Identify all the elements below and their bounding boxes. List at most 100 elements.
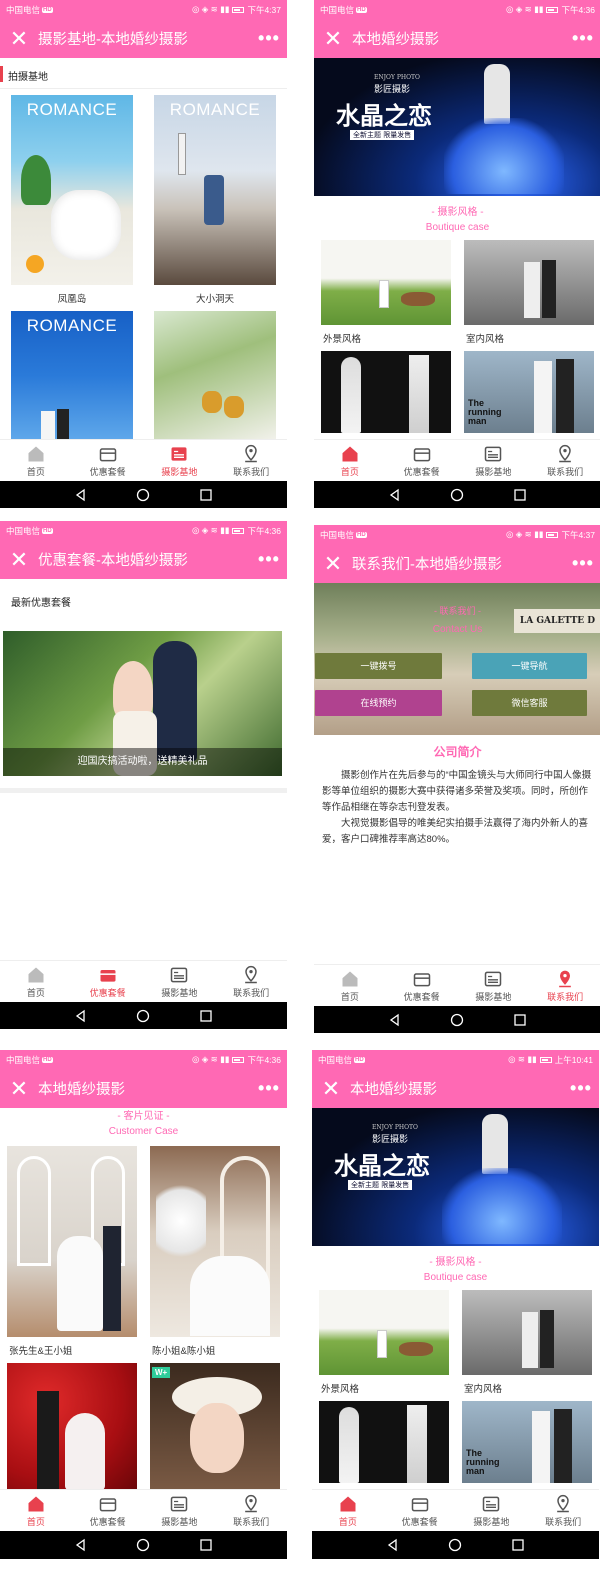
banner-title: 水晶之恋: [336, 101, 432, 130]
location-icon: [245, 444, 257, 462]
tab-contact[interactable]: 联系我们: [529, 965, 600, 1006]
romance-badge: ROMANCE: [26, 316, 118, 335]
tab-gallery[interactable]: 摄影基地: [458, 965, 530, 1006]
tab-package[interactable]: 优惠套餐: [72, 440, 144, 481]
recent-apps-icon[interactable]: [199, 1538, 213, 1552]
photo-card[interactable]: ROMANCE: [11, 311, 133, 439]
back-icon[interactable]: [74, 1538, 88, 1552]
battery-icon: [539, 1056, 552, 1063]
tab-contact[interactable]: 联系我们: [527, 1490, 599, 1531]
hero-banner[interactable]: ENJOY PHOTO 影匠摄影 水晶之恋 全新主题 限量发售: [314, 58, 600, 196]
recent-apps-icon[interactable]: [199, 1009, 213, 1023]
close-icon[interactable]: ✕: [0, 540, 38, 579]
close-icon[interactable]: ✕: [314, 544, 352, 583]
tab-home[interactable]: 首页: [0, 1490, 72, 1531]
banner-brand-en: ENJOY PHOTO: [372, 1124, 418, 1131]
navigate-button[interactable]: 一键导航: [472, 653, 587, 679]
close-icon[interactable]: ✕: [0, 19, 38, 58]
more-icon[interactable]: •••: [251, 28, 287, 49]
recent-apps-icon[interactable]: [511, 1538, 525, 1552]
tab-gallery[interactable]: 摄影基地: [458, 440, 530, 481]
screen-photo-base: 中国电信 HD ◎ ◈ ≋ ▮▮ 下午4:37 ✕ 摄影基地-本地婚纱摄影 ••• …: [0, 0, 287, 508]
more-icon[interactable]: •••: [251, 1078, 287, 1099]
contact-banner: LA GALETTE D - 联系我们 - Contact Us 一键拨号 一键…: [314, 583, 600, 735]
style-card[interactable]: [464, 240, 594, 325]
tab-contact[interactable]: 联系我们: [215, 440, 287, 481]
style-card[interactable]: The running man: [462, 1401, 592, 1483]
promo-caption: 迎国庆搞活动啦，送精美礼品: [3, 748, 282, 776]
recent-apps-icon[interactable]: [199, 488, 213, 502]
back-icon[interactable]: [388, 488, 402, 502]
back-icon[interactable]: [74, 488, 88, 502]
close-icon[interactable]: ✕: [0, 1069, 38, 1108]
location-icon: [245, 1494, 257, 1512]
back-icon[interactable]: [388, 1013, 402, 1027]
home-circle-icon[interactable]: [448, 1538, 462, 1552]
street-sign: The running man: [468, 398, 502, 426]
tab-gallery[interactable]: 摄影基地: [144, 961, 216, 1002]
case-card[interactable]: [7, 1146, 137, 1337]
case-card[interactable]: [7, 1363, 137, 1490]
back-icon[interactable]: [74, 1009, 88, 1023]
tab-home[interactable]: 首页: [0, 440, 72, 481]
carrier-label: 中国电信: [6, 525, 41, 536]
photo-card[interactable]: ROMANCE: [11, 95, 133, 285]
divider: [0, 88, 287, 89]
tab-gallery[interactable]: 摄影基地: [144, 440, 216, 481]
home-icon: [342, 971, 358, 986]
carrier-label: 中国电信: [320, 529, 355, 540]
style-card[interactable]: [319, 1290, 449, 1375]
home-circle-icon[interactable]: [450, 1013, 464, 1027]
close-icon[interactable]: ✕: [312, 1069, 350, 1108]
case-card[interactable]: [150, 1146, 280, 1337]
close-icon[interactable]: ✕: [314, 19, 352, 58]
tab-package[interactable]: 优惠套餐: [386, 965, 458, 1006]
back-icon[interactable]: [386, 1538, 400, 1552]
gallery-icon: [171, 1496, 188, 1511]
more-icon[interactable]: •••: [563, 1078, 599, 1099]
promo-banner[interactable]: 迎国庆搞活动啦，送精美礼品: [3, 631, 282, 776]
recent-apps-icon[interactable]: [513, 488, 527, 502]
home-circle-icon[interactable]: [136, 488, 150, 502]
more-icon[interactable]: •••: [565, 28, 600, 49]
photo-card[interactable]: [154, 311, 276, 439]
tab-package[interactable]: 优惠套餐: [386, 440, 458, 481]
tab-home[interactable]: 首页: [314, 965, 386, 1006]
section-heading: - 摄影风格 -: [431, 207, 484, 218]
tab-package[interactable]: 优惠套餐: [72, 961, 144, 1002]
tab-gallery[interactable]: 摄影基地: [144, 1490, 216, 1531]
tab-gallery[interactable]: 摄影基地: [456, 1490, 528, 1531]
style-card[interactable]: [321, 240, 451, 325]
screen-packages: 中国电信 HD ◎ ◈ ≋ ▮▮ 下午4:36 ✕ 优惠套餐-本地婚纱摄影 ••• …: [0, 521, 287, 1029]
home-icon: [340, 1496, 356, 1511]
style-card[interactable]: [319, 1401, 449, 1483]
style-card[interactable]: [462, 1290, 592, 1375]
tab-contact[interactable]: 联系我们: [529, 440, 600, 481]
booking-button[interactable]: 在线预约: [315, 690, 442, 716]
style-caption: 室内风格: [464, 1384, 503, 1395]
package-icon: [413, 447, 430, 461]
home-circle-icon[interactable]: [136, 1538, 150, 1552]
wechat-service-button[interactable]: 微信客服: [472, 690, 587, 716]
home-circle-icon[interactable]: [136, 1009, 150, 1023]
contact-heading: - 联系我们 -: [434, 606, 481, 616]
tab-bar: 首页 优惠套餐 摄影基地 联系我们: [0, 1489, 287, 1531]
tab-home[interactable]: 首页: [0, 961, 72, 1002]
photo-card[interactable]: ROMANCE: [154, 95, 276, 285]
tab-home[interactable]: 首页: [314, 440, 386, 481]
style-card[interactable]: [321, 351, 451, 433]
tab-package[interactable]: 优惠套餐: [72, 1490, 144, 1531]
tab-contact[interactable]: 联系我们: [215, 1490, 287, 1531]
case-card[interactable]: W+: [150, 1363, 280, 1490]
recent-apps-icon[interactable]: [513, 1013, 527, 1027]
more-icon[interactable]: •••: [565, 553, 600, 574]
hero-banner[interactable]: ENJOY PHOTO 影匠摄影 水晶之恋 全新主题 限量发售: [312, 1108, 599, 1246]
tab-contact[interactable]: 联系我们: [215, 961, 287, 1002]
call-button[interactable]: 一键拨号: [315, 653, 442, 679]
more-icon[interactable]: •••: [251, 549, 287, 570]
home-circle-icon[interactable]: [450, 488, 464, 502]
style-card[interactable]: The running man: [464, 351, 594, 433]
gallery-icon: [171, 446, 187, 461]
tab-home[interactable]: 首页: [312, 1490, 384, 1531]
tab-package[interactable]: 优惠套餐: [384, 1490, 456, 1531]
